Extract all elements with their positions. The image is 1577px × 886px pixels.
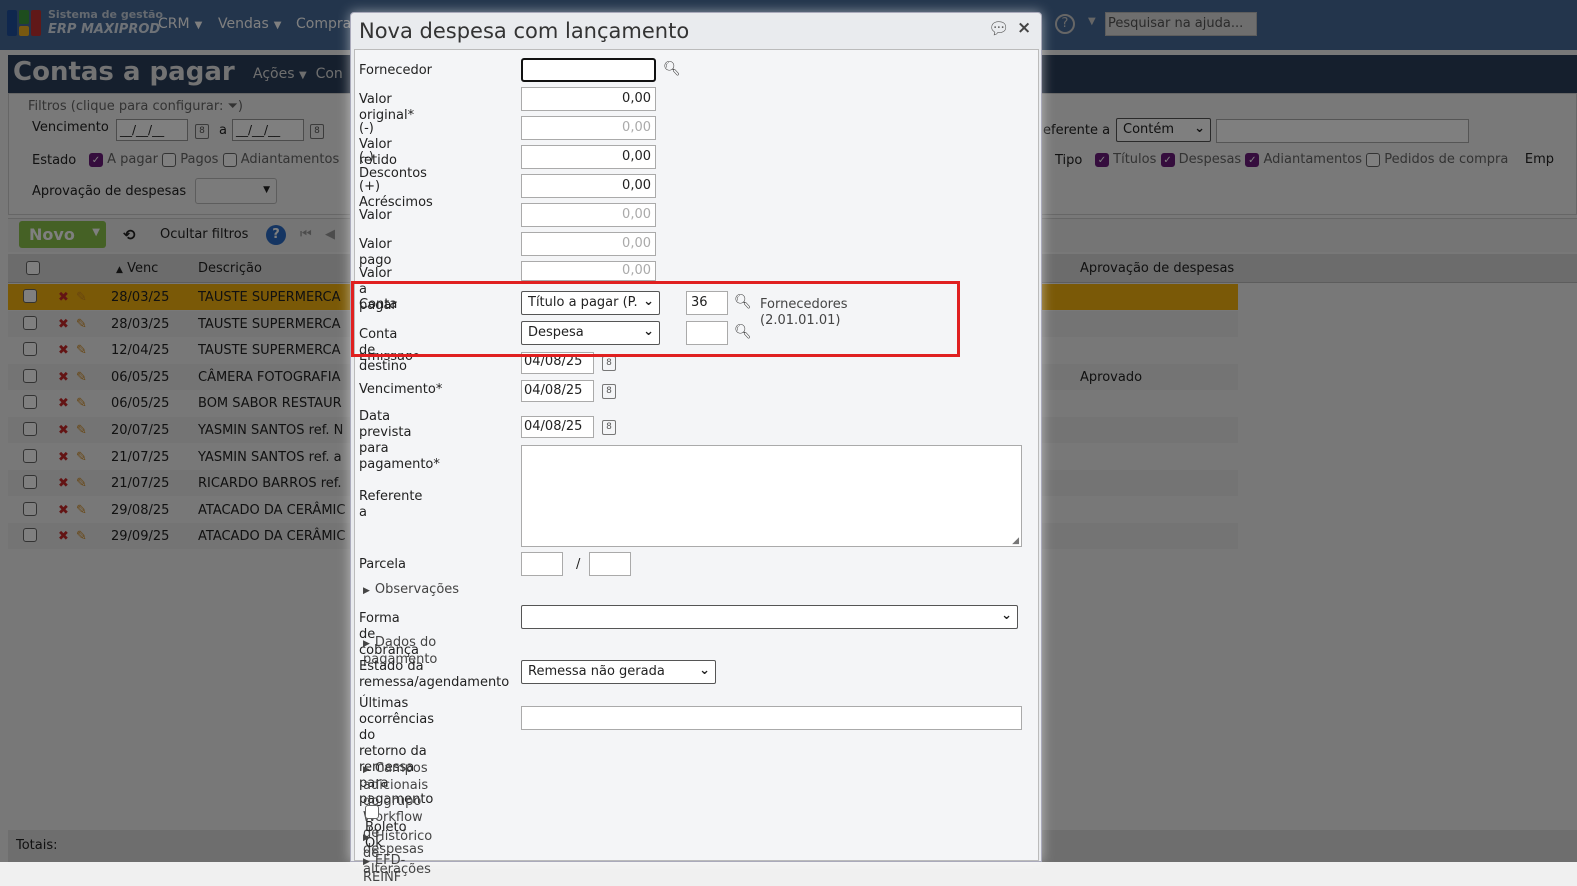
descontos-label: (-) Descontos <box>359 150 427 181</box>
caret-right-icon: ▶ <box>363 765 370 775</box>
label-line: Últimas ocorrências do <box>359 696 434 743</box>
estado-remessa-label: Estado da remessa/agendamento <box>359 659 509 691</box>
data-prevista-label: Data prevista para pagamento* <box>359 409 440 473</box>
select-value: Remessa não gerada <box>528 664 665 679</box>
vencimento-input[interactable]: 04/08/25 <box>521 380 594 402</box>
caret-right-icon: ▶ <box>363 857 370 867</box>
caret-right-icon: ▶ <box>363 586 370 596</box>
boleto-ok-checkbox[interactable] <box>365 804 379 819</box>
comment-icon[interactable]: 💬︎ <box>988 19 1010 39</box>
observacoes-toggle[interactable]: ▶ Observações <box>363 582 459 599</box>
valor-label: Valor <box>359 208 392 223</box>
chevron-down-icon: ⌄ <box>699 663 710 678</box>
ultimas-ocorrencias-input[interactable] <box>521 706 1022 730</box>
resize-handle-icon[interactable]: ◢ <box>1012 536 1019 546</box>
chevron-down-icon: ⌄ <box>1001 608 1012 623</box>
parcela-separator: / <box>576 557 581 572</box>
referente-label: Referente a <box>359 489 423 520</box>
label-line: Estado da <box>359 659 424 674</box>
search-icon[interactable]: 🔍︎ <box>663 61 681 77</box>
fornecedor-label: Fornecedor <box>359 63 433 78</box>
calendar-icon[interactable]: 8 <box>602 384 616 399</box>
descontos-input[interactable]: 0,00 <box>521 145 656 169</box>
estado-remessa-select[interactable]: Remessa não gerada ⌄ <box>521 660 716 684</box>
valor-retido-input: 0,00 <box>521 116 656 140</box>
dialog-title: Nova despesa com lançamento <box>359 19 690 43</box>
valor-original-label: Valor original* <box>359 92 415 123</box>
forma-cobranca-select[interactable]: ⌄ <box>521 605 1018 629</box>
toggle-label: Observações <box>374 582 460 597</box>
close-icon[interactable]: × <box>1017 18 1031 38</box>
new-expense-dialog: Nova despesa com lançamento 💬︎ × <box>350 12 1042 862</box>
referente-textarea[interactable]: ◢ <box>521 445 1022 547</box>
valor-input: 0,00 <box>521 203 656 227</box>
parcela-input[interactable] <box>521 552 563 576</box>
valor-pago-input: 0,00 <box>521 232 656 256</box>
fornecedor-input[interactable] <box>521 58 656 82</box>
highlight-box <box>351 281 960 357</box>
calendar-icon[interactable]: 8 <box>602 356 616 371</box>
efd-reinf-toggle[interactable]: ▶ EFD-REINF <box>363 853 405 886</box>
parcela-total-input[interactable] <box>589 552 631 576</box>
valor-pago-label: Valor pago <box>359 237 392 268</box>
acrescimos-label: (+) Acréscimos <box>359 179 433 210</box>
label-line: remessa/agendamento <box>359 675 510 690</box>
acrescimos-input[interactable]: 0,00 <box>521 174 656 198</box>
parcela-label: Parcela <box>359 557 407 572</box>
caret-right-icon: ▶ <box>363 833 370 843</box>
valor-original-input[interactable]: 0,00 <box>521 87 656 111</box>
data-prevista-input[interactable]: 04/08/25 <box>521 416 594 438</box>
label-line: Data prevista para <box>359 409 412 456</box>
vencimento-label: Vencimento* <box>359 382 443 397</box>
valor-a-pagar-input: 0,00 <box>521 261 656 281</box>
label-line: pagamento* <box>359 457 440 472</box>
caret-right-icon: ▶ <box>363 639 370 649</box>
calendar-icon[interactable]: 8 <box>602 420 616 435</box>
